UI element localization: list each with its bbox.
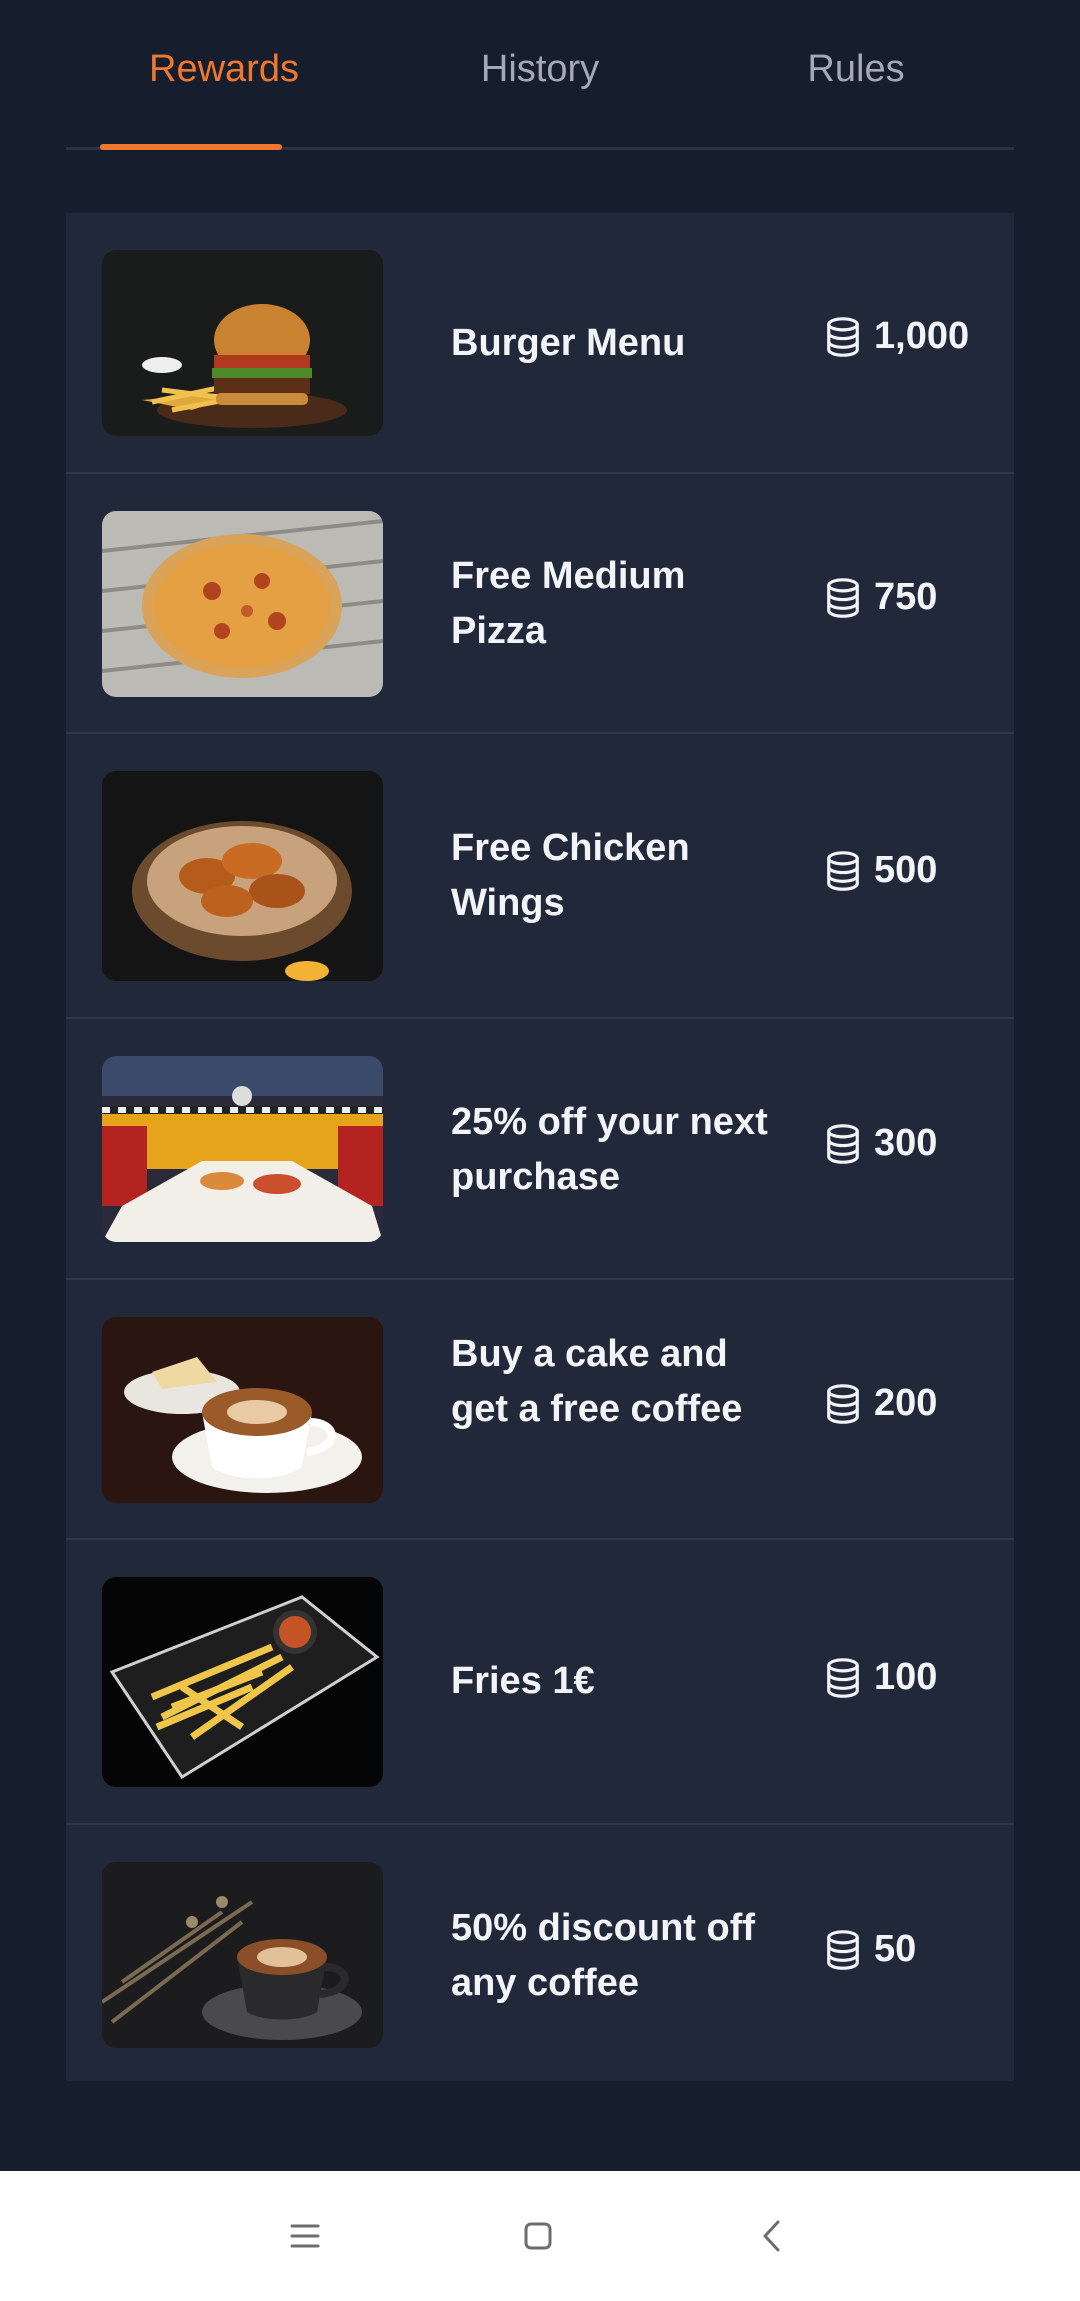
tab-history[interactable]: History	[382, 0, 698, 147]
tab-rewards[interactable]: Rewards	[66, 0, 382, 150]
rewards-list: Burger Menu 1,000 Free Medium Pizza 750 …	[66, 213, 1014, 2081]
points-value: 200	[874, 1382, 938, 1424]
reward-points: 1,000	[824, 315, 969, 358]
points-value: 1,000	[874, 315, 970, 357]
pizza-photo	[102, 511, 383, 697]
points-value: 300	[874, 1122, 938, 1164]
reward-row-fries[interactable]: Fries 1€ 100	[66, 1540, 1014, 1825]
cake-and-coffee-photo	[102, 1317, 383, 1503]
back-icon[interactable]	[737, 2201, 807, 2271]
reward-points: 100	[824, 1656, 937, 1699]
reward-title: 50% discount off any coffee	[451, 1907, 756, 2004]
reward-row-cake-coffee[interactable]: Buy a cake and get a free coffee 200	[66, 1280, 1014, 1540]
reward-row-pizza[interactable]: Free Medium Pizza 750	[66, 474, 1014, 734]
reward-row-25-off[interactable]: 25% off your next purchase 300	[66, 1019, 1014, 1280]
diner-table-photo	[102, 1056, 383, 1242]
reward-title: Buy a cake and get a free coffee	[451, 1333, 743, 1430]
reward-points: 300	[824, 1122, 937, 1165]
reward-title: Free Medium Pizza	[451, 555, 686, 652]
burger-menu-photo	[102, 250, 383, 436]
tab-bar: Rewards History Rules	[66, 0, 1014, 150]
system-nav-bar	[0, 2171, 1080, 2301]
menu-icon[interactable]	[270, 2201, 340, 2271]
reward-points: 200	[824, 1382, 937, 1425]
chicken-wings-photo	[102, 771, 383, 981]
coins-stack-icon	[827, 316, 859, 357]
coins-stack-icon	[827, 1929, 859, 1970]
coins-stack-icon	[827, 1383, 859, 1424]
coffee-photo	[102, 1862, 383, 2048]
reward-row-burger-menu[interactable]: Burger Menu 1,000	[66, 213, 1014, 474]
tab-rules[interactable]: Rules	[698, 0, 1014, 147]
reward-points: 750	[824, 576, 937, 619]
coins-stack-icon	[827, 577, 859, 618]
reward-row-coffee[interactable]: 50% discount off any coffee 50	[66, 1825, 1014, 2081]
points-value: 750	[874, 576, 938, 618]
coins-stack-icon	[827, 1123, 859, 1164]
reward-points: 500	[824, 849, 937, 892]
points-value: 50	[874, 1928, 917, 1970]
reward-title: Burger Menu	[451, 322, 686, 364]
reward-title: Fries 1€	[451, 1660, 595, 1702]
reward-title: Free Chicken Wings	[451, 827, 690, 924]
reward-points: 50	[824, 1928, 916, 1971]
points-value: 100	[874, 1656, 938, 1698]
home-icon[interactable]	[503, 2201, 573, 2271]
coins-stack-icon	[827, 850, 859, 891]
points-value: 500	[874, 849, 938, 891]
fries-photo	[102, 1577, 383, 1787]
coins-stack-icon	[827, 1657, 859, 1698]
reward-title: 25% off your next purchase	[451, 1101, 768, 1198]
reward-row-chicken-wings[interactable]: Free Chicken Wings 500	[66, 734, 1014, 1019]
